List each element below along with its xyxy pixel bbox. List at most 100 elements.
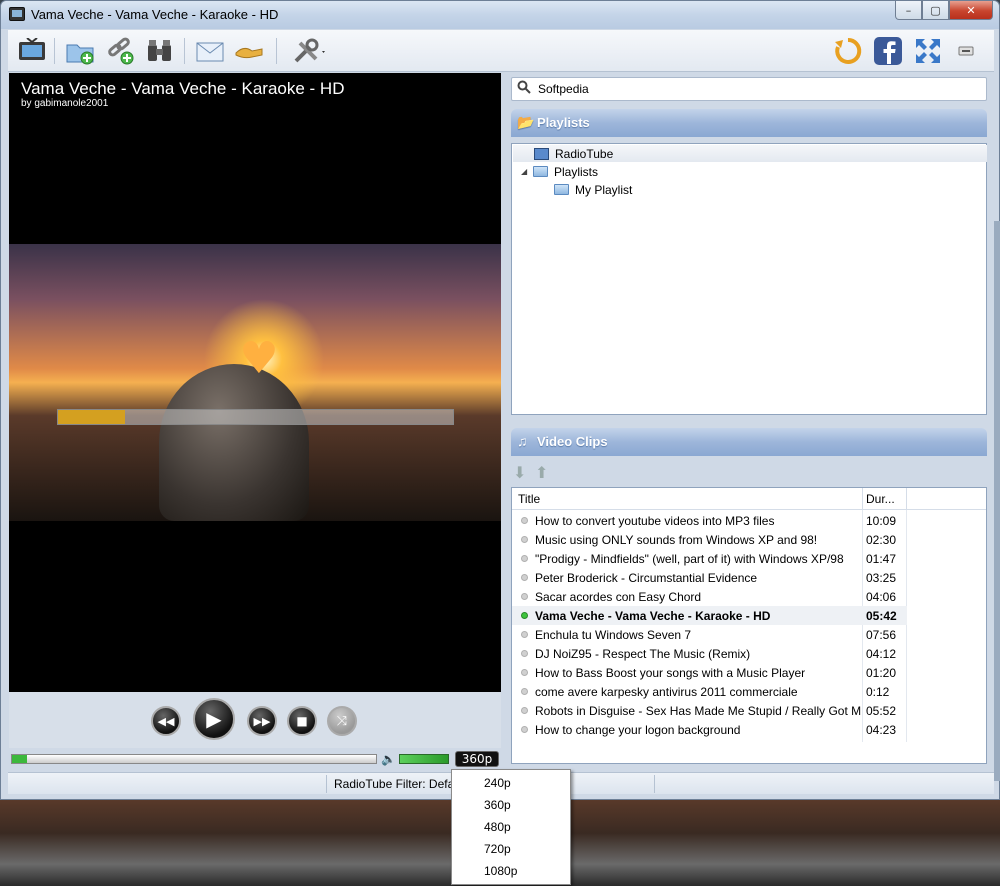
fullscreen-button[interactable] [912,35,944,67]
compact-mode-button[interactable] [954,35,978,67]
search-box [511,77,987,101]
status-divider [326,775,327,793]
clip-row[interactable]: DJ NoiZ95 - Respect The Music (Remix) 04:… [512,644,907,663]
toolbar [8,30,994,72]
binoculars-icon [148,40,171,61]
clip-row[interactable]: Enchula tu Windows Seven 7 07:56 [512,625,907,644]
search-input[interactable] [538,80,978,98]
tree-item-label: RadioTube [555,146,614,161]
play-button[interactable]: ▶ [193,698,235,740]
refresh-button[interactable] [832,35,864,67]
clip-title: Sacar acordes con Easy Chord [535,590,702,604]
clip-row[interactable]: come avere karpesky antivirus 2011 comme… [512,682,907,701]
facebook-icon [874,37,902,65]
clip-title: Enchula tu Windows Seven 7 [535,628,692,642]
window-controls: – ▢ ✕ [895,1,993,21]
shuffle-button[interactable]: ⤨ [327,706,357,736]
close-button[interactable]: ✕ [949,1,993,20]
column-header-duration[interactable]: Dur... [866,492,895,506]
minimize-button[interactable]: – [895,1,922,20]
status-dot-icon [521,650,528,657]
clip-row[interactable]: How to change your logon background 04:23 [512,720,907,739]
tree-item-playlists[interactable]: ◢ Playlists [521,163,598,180]
clip-row[interactable]: Robots in Disguise - Sex Has Made Me Stu… [512,701,907,720]
maximize-button[interactable]: ▢ [922,1,949,20]
move-up-icon[interactable]: ⬆ [535,463,548,482]
tree-item-my-playlist[interactable]: My Playlist [554,181,632,198]
add-folder-button[interactable] [64,35,96,67]
video-author: by gabimanole2001 [21,98,109,109]
email-button[interactable] [194,35,226,67]
buffering-progress-fill [58,410,126,424]
heart-icon: ♥ [239,333,279,384]
clip-duration: 04:12 [866,647,897,661]
clip-duration: 04:06 [866,590,897,604]
fast-forward-button[interactable]: ▶▶ [247,706,277,736]
toolbar-separator [54,38,55,64]
volume-slider[interactable] [399,754,449,764]
tools-menu-button[interactable] [286,35,332,67]
add-link-icon [108,37,134,65]
expand-arrow-icon[interactable]: ◢ [521,167,533,176]
add-link-button[interactable] [104,35,136,67]
video-player[interactable]: Vama Veche - Vama Veche - Karaoke - HD b… [9,73,501,692]
refresh-icon [835,37,862,64]
status-dot-icon [521,669,528,676]
title-bar: Vama Veche - Vama Veche - Karaoke - HD –… [1,1,999,29]
search-binoculars-button[interactable] [144,35,176,67]
folder-icon: 📂 [517,114,535,130]
clip-duration: 01:47 [866,552,897,566]
stop-icon: ■ [296,714,308,728]
video-frame: ♥ [9,244,501,521]
tools-icon [294,38,325,63]
folder-icon [554,184,569,195]
clip-row[interactable]: "Prodigy - Mindfields" (well, part of it… [512,549,907,568]
quality-button[interactable]: 360p [455,751,499,767]
app-tv-icon [9,7,25,21]
quality-option[interactable]: 480p [484,820,511,834]
clip-title: How to change your logon background [535,723,741,737]
clip-row[interactable]: How to Bass Boost your songs with a Musi… [512,663,907,682]
quality-option[interactable]: 360p [484,798,511,812]
clip-row[interactable]: Sacar acordes con Easy Chord 04:06 [512,587,907,606]
envelope-icon [196,42,224,62]
video-hand-shape [159,364,309,521]
seek-slider[interactable] [11,754,377,764]
rewind-button[interactable]: ◀◀ [151,706,181,736]
handshake-icon [235,47,263,59]
video-clips-header: ♫ Video Clips [511,428,987,456]
donate-button[interactable] [234,35,266,67]
status-filter-text: RadioTube Filter: Defa [334,777,455,791]
clip-row[interactable]: Music using ONLY sounds from Windows XP … [512,530,907,549]
tv-icon [19,38,45,60]
tv-button[interactable] [16,35,48,67]
quality-option[interactable]: 240p [484,776,511,790]
toolbar-separator [276,38,277,64]
status-dot-icon [521,593,528,600]
clip-duration: 02:30 [866,533,897,547]
music-note-icon: ♫ [517,433,528,449]
clip-row[interactable]: How to convert youtube videos into MP3 f… [512,511,907,530]
status-dot-icon [521,517,528,524]
column-header-title[interactable]: Title [518,492,540,506]
volume-icon[interactable]: 🔈 [381,752,396,766]
video-clips-table: Title Dur... How to convert youtube vide… [511,487,987,764]
clip-duration: 0:12 [866,685,890,699]
status-dot-icon [521,536,528,543]
table-header: Title Dur... [512,488,986,510]
stop-button[interactable]: ■ [287,706,317,736]
quality-option[interactable]: 1080p [484,864,517,878]
status-dot-icon [521,726,528,733]
clip-title: "Prodigy - Mindfields" (well, part of it… [535,552,844,566]
facebook-button[interactable] [872,35,904,67]
move-down-icon[interactable]: ⬇ [513,463,526,482]
clip-row[interactable]: Peter Broderick - Circumstantial Evidenc… [512,568,907,587]
clip-duration: 10:09 [866,514,897,528]
maximize-icon: ▢ [930,3,941,17]
tree-item-radiotube[interactable]: RadioTube [513,145,987,162]
quality-menu: 240p 360p 480p 720p 1080p [451,769,571,885]
radiotube-icon [534,147,549,160]
quality-option[interactable]: 720p [484,842,511,856]
search-icon [517,80,531,98]
clip-row[interactable]: Vama Veche - Vama Veche - Karaoke - HD 05… [512,606,907,625]
